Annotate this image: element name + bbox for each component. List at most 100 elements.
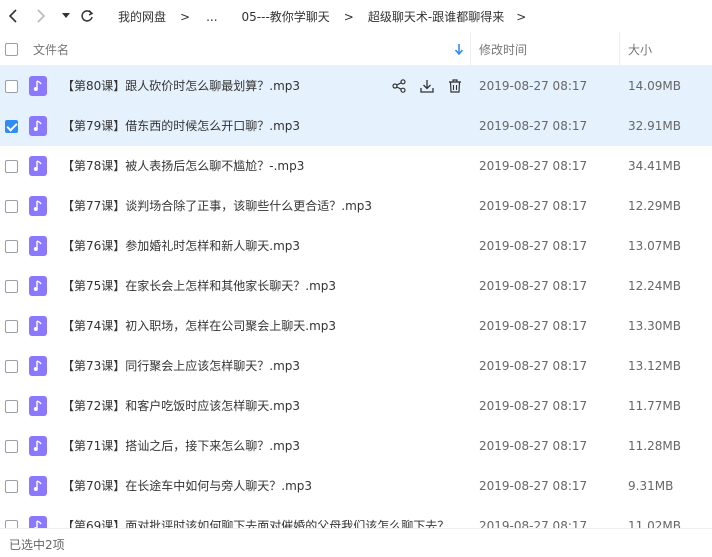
row-checkbox[interactable] [5,320,18,333]
file-modified: 2019-08-27 08:17 [479,239,588,253]
file-list: 【第80课】跟人砍价时怎么聊最划算？.mp3 2019-08-27 08:17 … [0,66,712,528]
chevron-left-icon [8,9,17,23]
file-size: 12.24MB [628,279,681,293]
file-name[interactable]: 【第75课】在家长会上怎样和其他家长聊天？.mp3 [62,266,336,306]
audio-file-icon [29,316,47,336]
chevron-right-icon [37,9,46,23]
file-modified: 2019-08-27 08:17 [479,479,588,493]
file-name[interactable]: 【第78课】被人表扬后怎么聊不尴尬？-.mp3 [62,146,304,186]
file-size: 13.12MB [628,359,681,373]
breadcrumb-item[interactable]: 超级聊天术-跟谁都聊得来 [368,8,504,25]
row-checkbox[interactable] [5,520,18,528]
file-name[interactable]: 【第74课】初入职场，怎样在公司聚会上聊天.mp3 [62,306,336,346]
file-modified: 2019-08-27 08:17 [479,79,588,93]
file-size: 11.02MB [628,519,681,528]
file-size: 14.09MB [628,79,681,93]
row-checkbox[interactable] [5,80,18,93]
audio-file-icon [29,516,47,528]
audio-file-icon [29,236,47,256]
download-icon[interactable] [418,77,436,95]
refresh-button[interactable] [77,6,97,26]
row-checkbox[interactable] [5,240,18,253]
row-checkbox[interactable] [5,360,18,373]
delete-icon[interactable] [446,77,464,95]
file-name[interactable]: 【第70课】在长途车中如何与旁人聊天？.mp3 [62,466,312,506]
file-row[interactable]: 【第71课】搭讪之后，接下来怎么聊？.mp3 2019-08-27 08:17 … [0,426,712,466]
file-row[interactable]: 【第77课】谈判场合除了正事，该聊些什么更合适？.mp3 2019-08-27 … [0,186,712,226]
column-divider[interactable] [619,32,620,66]
row-checkbox[interactable] [5,120,18,133]
file-row[interactable]: 【第80课】跟人砍价时怎么聊最划算？.mp3 2019-08-27 08:17 … [0,66,712,106]
file-modified: 2019-08-27 08:17 [479,399,588,413]
breadcrumb-separator: > [343,9,354,24]
breadcrumb-item[interactable]: 我的网盘 [118,8,166,25]
file-name[interactable]: 【第73课】同行聚会上应该怎样聊天？.mp3 [62,346,300,386]
file-size: 11.77MB [628,399,681,413]
back-button[interactable] [3,6,23,26]
audio-file-icon [29,116,47,136]
file-row[interactable]: 【第78课】被人表扬后怎么聊不尴尬？-.mp3 2019-08-27 08:17… [0,146,712,186]
history-dropdown-button[interactable] [56,6,76,26]
file-row[interactable]: 【第79课】借东西的时候怎么开口聊？.mp3 2019-08-27 08:17 … [0,106,712,146]
file-size: 34.41MB [628,159,681,173]
file-modified: 2019-08-27 08:17 [479,199,588,213]
share-icon[interactable] [390,77,408,95]
audio-file-icon [29,76,47,96]
file-size: 13.07MB [628,239,681,253]
breadcrumb-separator: > [516,9,527,24]
file-name[interactable]: 【第77课】谈判场合除了正事，该聊些什么更合适？.mp3 [62,186,372,226]
row-checkbox[interactable] [5,160,18,173]
refresh-icon [81,9,94,22]
status-bar: 已选中2项 [0,528,712,557]
file-size: 11.28MB [628,439,681,453]
row-checkbox[interactable] [5,400,18,413]
select-all-checkbox[interactable] [5,43,18,56]
row-checkbox[interactable] [5,200,18,213]
row-checkbox[interactable] [5,480,18,493]
selection-status: 已选中2项 [9,538,65,552]
breadcrumb-ellipsis[interactable]: ... [206,10,217,24]
file-modified: 2019-08-27 08:17 [479,439,588,453]
file-name[interactable]: 【第69课】面对批评时该如何聊下去面对催婚的父母我们该怎么聊下去？ [62,506,449,528]
file-row[interactable]: 【第76课】参加婚礼时怎样和新人聊天.mp3 2019-08-27 08:17 … [0,226,712,266]
file-size: 9.31MB [628,479,674,493]
file-size: 32.91MB [628,119,681,133]
caret-down-icon [62,13,70,18]
audio-file-icon [29,196,47,216]
file-name[interactable]: 【第72课】和客户吃饭时应该怎样聊天.mp3 [62,386,300,426]
file-name[interactable]: 【第71课】搭讪之后，接下来怎么聊？.mp3 [62,426,300,466]
file-name[interactable]: 【第76课】参加婚礼时怎样和新人聊天.mp3 [62,226,300,266]
file-modified: 2019-08-27 08:17 [479,319,588,333]
row-actions [390,77,464,95]
file-modified: 2019-08-27 08:17 [479,519,588,528]
file-size: 12.29MB [628,199,681,213]
file-name[interactable]: 【第80课】跟人砍价时怎么聊最划算？.mp3 [62,66,300,106]
file-name[interactable]: 【第79课】借东西的时候怎么开口聊？.mp3 [62,106,300,146]
sort-arrow-down-icon[interactable] [454,32,464,66]
column-header-size[interactable]: 大小 [628,32,652,66]
breadcrumb: 我的网盘 > ... 05---教你学聊天 > 超级聊天术-跟谁都聊得来 > [112,8,526,25]
breadcrumb-item[interactable]: 05---教你学聊天 [242,8,330,25]
forward-button[interactable] [31,6,51,26]
audio-file-icon [29,276,47,296]
audio-file-icon [29,356,47,376]
nav-toolbar: 我的网盘 > ... 05---教你学聊天 > 超级聊天术-跟谁都聊得来 > [0,0,712,32]
file-row[interactable]: 【第69课】面对批评时该如何聊下去面对催婚的父母我们该怎么聊下去？ 2019-0… [0,506,712,528]
column-header-modified[interactable]: 修改时间 [479,32,527,66]
breadcrumb-separator: > [180,9,191,24]
row-checkbox[interactable] [5,440,18,453]
file-row[interactable]: 【第74课】初入职场，怎样在公司聚会上聊天.mp3 2019-08-27 08:… [0,306,712,346]
file-modified: 2019-08-27 08:17 [479,159,588,173]
file-modified: 2019-08-27 08:17 [479,279,588,293]
file-row[interactable]: 【第70课】在长途车中如何与旁人聊天？.mp3 2019-08-27 08:17… [0,466,712,506]
audio-file-icon [29,436,47,456]
column-divider[interactable] [470,32,471,66]
row-checkbox[interactable] [5,280,18,293]
audio-file-icon [29,396,47,416]
file-size: 13.30MB [628,319,681,333]
file-row[interactable]: 【第73课】同行聚会上应该怎样聊天？.mp3 2019-08-27 08:17 … [0,346,712,386]
file-row[interactable]: 【第75课】在家长会上怎样和其他家长聊天？.mp3 2019-08-27 08:… [0,266,712,306]
column-header-name[interactable]: 文件名 [33,32,69,66]
file-list-header: 文件名 修改时间 大小 [0,32,712,66]
file-row[interactable]: 【第72课】和客户吃饭时应该怎样聊天.mp3 2019-08-27 08:17 … [0,386,712,426]
